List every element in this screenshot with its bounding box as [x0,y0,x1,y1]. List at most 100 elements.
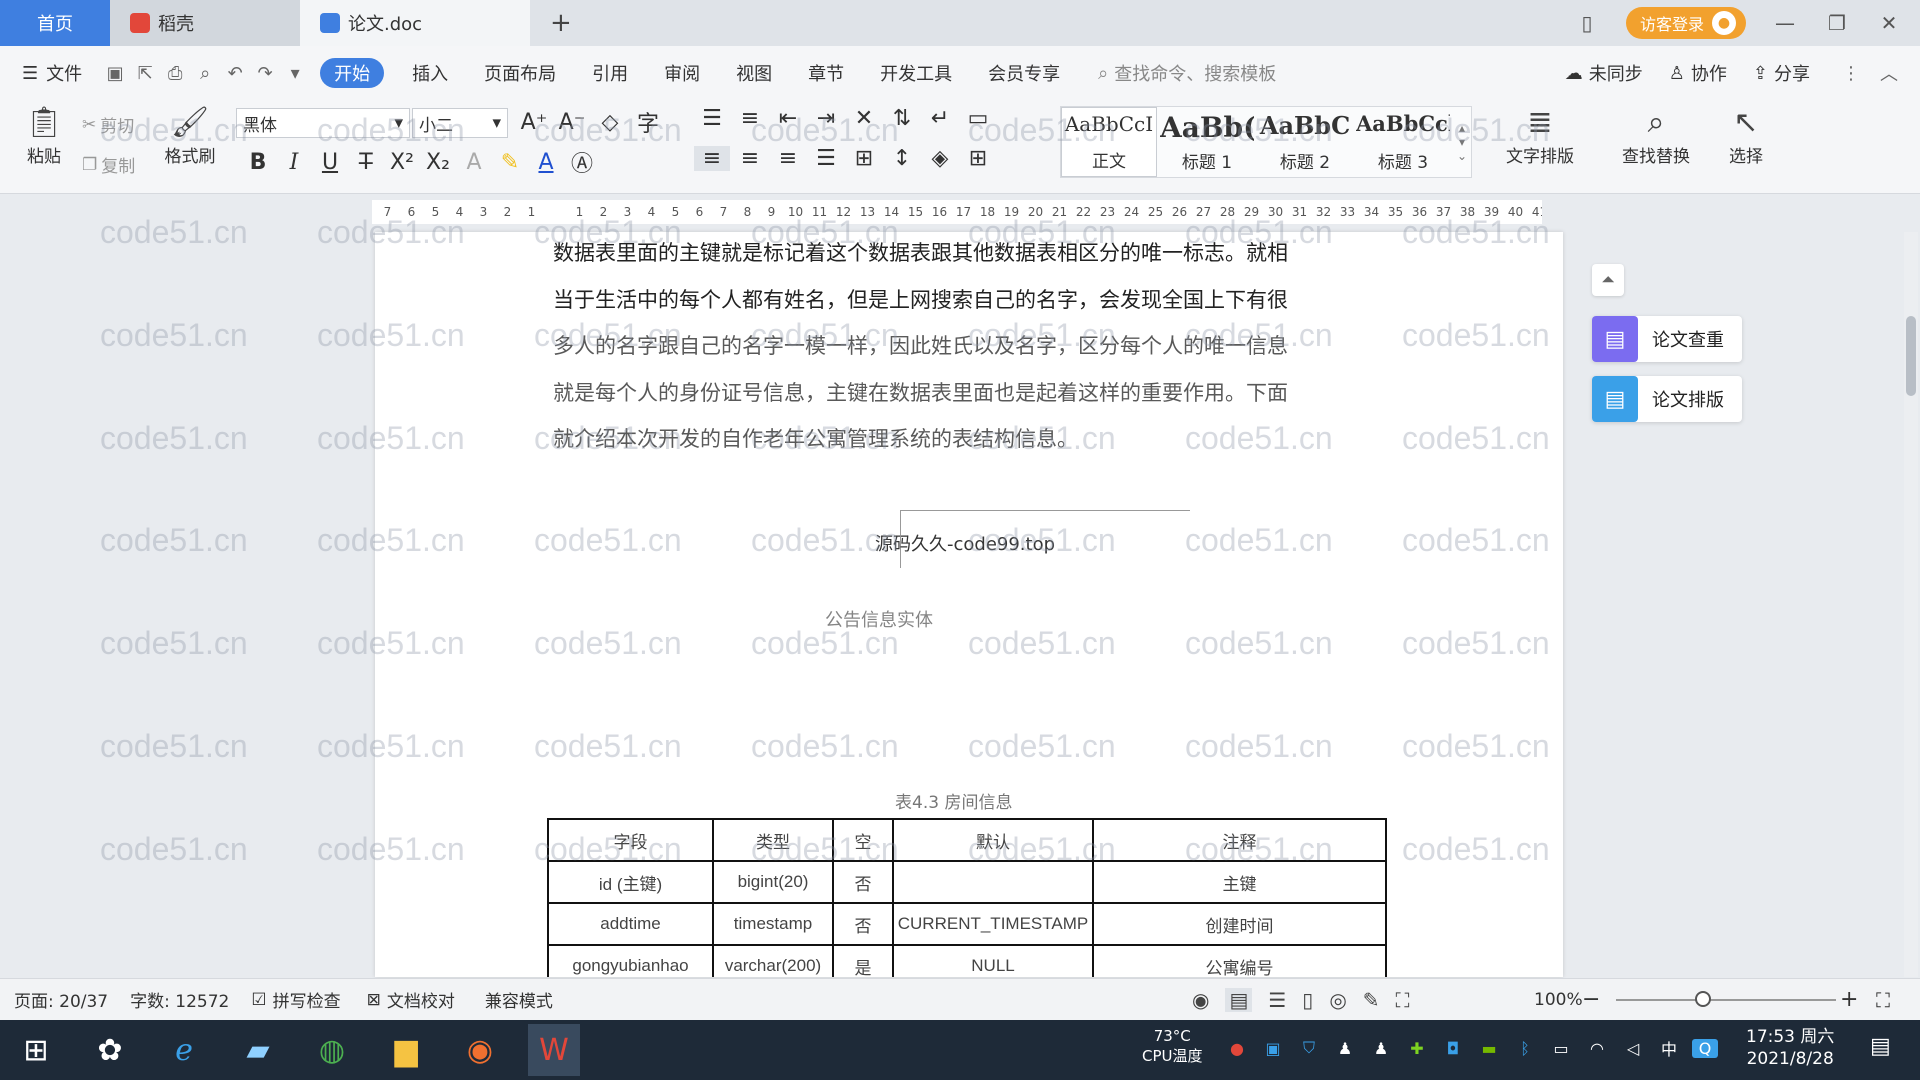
tab-document[interactable]: 论文.doc [300,0,530,46]
web-view-icon[interactable]: ◎ [1329,988,1346,1012]
pinwheel-app-icon[interactable]: ✿ [84,1024,136,1076]
spellcheck-button[interactable]: ☑ 拼写检查 [251,987,340,1013]
export-icon[interactable]: ⇱ [130,63,160,84]
highlight-icon[interactable]: ✎ [492,150,528,175]
wps-taskbar-icon[interactable]: W [528,1024,580,1076]
border-icon[interactable]: ⊞ [960,146,996,171]
font-name-select[interactable]: 黑体 ▾ [236,108,410,138]
login-button[interactable]: 访客登录 ● [1625,7,1746,39]
tab-daoke[interactable]: 稻壳 [110,0,300,46]
align-left-icon[interactable]: ≡ [694,146,730,171]
zoom-out-icon[interactable]: − [1582,987,1600,1012]
superscript-icon[interactable]: X² [384,150,420,175]
phonetic-icon[interactable]: 字 [630,106,666,138]
cut-button[interactable]: ✂ 剪切 [82,112,134,138]
qq-icon-2[interactable]: ♟ [1368,1039,1394,1058]
find-replace-button[interactable]: ⌕ 查找替换 [1606,104,1706,167]
save-icon[interactable]: ▣ [100,63,130,84]
chevron-down-icon[interactable]: ▾ [280,63,310,84]
print-icon[interactable]: ⎙ [160,63,190,84]
menu-view[interactable]: 视图 [718,46,790,100]
collapse-panel-icon[interactable]: ⏶ [1592,264,1624,296]
notification-icon[interactable]: ▤ [1870,1034,1891,1059]
decrease-indent-icon[interactable]: ⇤ [770,106,806,131]
menu-insert[interactable]: 插入 [394,46,466,100]
bluetooth-icon[interactable]: ᛒ [1512,1039,1538,1058]
menu-chapter[interactable]: 章节 [790,46,862,100]
justify-icon[interactable]: ☰ [808,146,844,171]
horizontal-ruler[interactable]: 7 6 5 4 3 2 1 1 2 3 4 5 6 7 8 9 10 11 12 13 14 15 16 17 18 19 20 21… [372,200,1542,224]
sync-status[interactable]: ☁ 未同步 [1565,60,1643,86]
bullet-list-icon[interactable]: ☰ [694,106,730,131]
style-normal[interactable]: AaBbCcI 正文 [1061,107,1157,177]
browser-360-icon[interactable]: ◍ [306,1024,358,1076]
outline-view-icon[interactable]: ☰ [1268,988,1286,1012]
ime-indicator[interactable]: 中 [1656,1036,1682,1060]
clear-format-icon[interactable]: ◇ [592,110,628,135]
layout-icon[interactable]: ▯ [1574,11,1600,35]
tray-q-icon[interactable]: Q [1692,1038,1718,1058]
undo-icon[interactable]: ↶ [220,63,250,84]
ruler-toggle-icon[interactable]: ▭ [960,106,996,131]
restore-icon[interactable]: ❐ [1824,11,1850,35]
menu-review[interactable]: 审阅 [646,46,718,100]
shield-icon[interactable]: ⛉ [1296,1038,1322,1058]
increase-indent-icon[interactable]: ⇥ [808,106,844,131]
read-view-icon[interactable]: ▯ [1302,988,1313,1012]
select-button[interactable]: ↖ 选择 [1716,104,1776,167]
volume-icon[interactable]: ◁ [1620,1039,1646,1058]
grow-font-icon[interactable]: A⁺ [516,110,552,135]
bold-icon[interactable]: B [240,150,276,175]
wifi-icon[interactable]: ◠ [1584,1039,1610,1058]
tray-app-icon[interactable]: ● [1224,1039,1250,1058]
scrollbar-thumb[interactable] [1906,316,1916,396]
align-right-icon[interactable]: ≡ [770,146,806,171]
tray-plus-icon[interactable]: ✚ [1404,1039,1430,1058]
windows-start-icon[interactable]: ⊞ [10,1024,62,1076]
char-border-icon[interactable]: Ⓐ [564,146,600,178]
line-spacing-icon[interactable]: ↕ [884,146,920,171]
ie-browser-icon[interactable]: ℯ [158,1024,210,1076]
paste-button[interactable]: 📋︎ 粘贴 [16,104,72,167]
zoom-level[interactable]: 100% [1534,990,1583,1010]
shading-icon[interactable]: ◈ [922,146,958,171]
battery-icon[interactable]: ▭ [1548,1039,1574,1058]
zoom-slider-handle[interactable] [1695,991,1712,1007]
collapse-ribbon-icon[interactable]: ︿ [1880,60,1898,86]
page-view-icon[interactable]: ▤ [1225,987,1253,1012]
eye-protect-icon[interactable]: ◉ [1192,988,1209,1012]
proofread-button[interactable]: ⊠ 文档校对 [367,987,455,1013]
data-table[interactable]: 字段 类型 空 默认 注释 id (主键) bigint(20) 否 主键 ad… [547,818,1387,977]
underline-icon[interactable]: U [312,150,348,175]
align-center-icon[interactable]: ≡ [732,146,768,171]
fullscreen-icon[interactable]: ⛶ [1876,988,1890,1012]
styles-scroll[interactable]: ▴ ▾ ⌄ [1453,121,1471,163]
menu-member[interactable]: 会员专享 [970,46,1078,100]
collaborate-button[interactable]: ♙ 协作 [1669,60,1727,86]
tab-home[interactable]: 首页 [0,0,110,46]
zoom-in-icon[interactable]: + [1840,987,1858,1012]
chinese-layout-icon[interactable]: ✕ [846,106,882,131]
command-search[interactable]: ⌕ 查找命令、搜索模板 [1098,60,1276,86]
close-icon[interactable]: ✕ [1876,11,1902,35]
numbered-list-icon[interactable]: ≡ [732,106,768,131]
tray-square-icon[interactable]: ◘ [1440,1039,1466,1058]
word-count[interactable]: 字数: 12572 [130,987,229,1012]
vertical-scrollbar[interactable] [1904,232,1918,977]
add-tab-button[interactable]: + [530,0,592,46]
font-size-select[interactable]: 小二 ▾ [412,108,508,138]
share-button[interactable]: ⇪ 分享 [1753,60,1810,86]
text-layout-button[interactable]: ≣ 文字排版 [1492,104,1588,167]
more-icon[interactable]: ⋮ [1842,63,1860,84]
redo-icon[interactable]: ↷ [250,63,280,84]
paper-layout-button[interactable]: ▤ 论文排版 [1592,376,1742,422]
show-marks-icon[interactable]: ↵ [922,106,958,131]
nvidia-icon[interactable]: ▬ [1476,1039,1502,1058]
notepad-app-icon[interactable]: ▰ [232,1024,284,1076]
clock[interactable]: 17:53 周六 2021/8/28 [1746,1026,1834,1070]
shrink-font-icon[interactable]: A⁻ [554,110,590,135]
font-color-icon[interactable]: A [528,150,564,175]
zoom-slider[interactable] [1616,999,1836,1001]
print-preview-icon[interactable]: ⌕ [190,63,220,84]
menu-developer[interactable]: 开发工具 [862,46,970,100]
